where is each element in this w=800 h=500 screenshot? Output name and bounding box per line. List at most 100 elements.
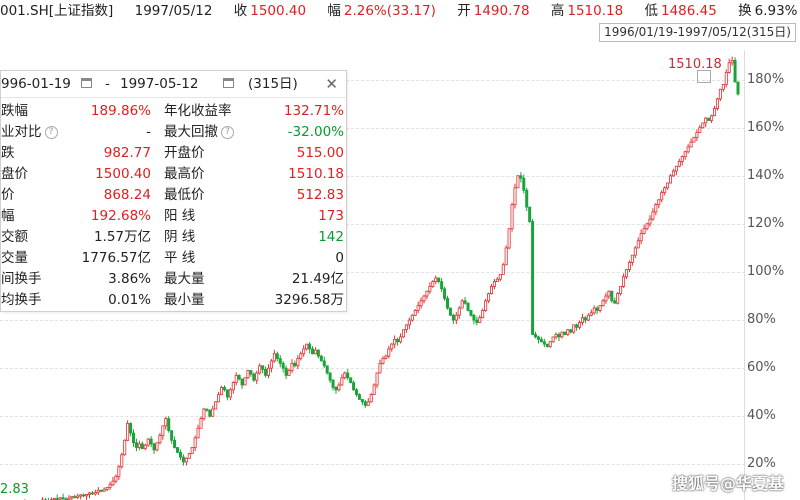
stat-row: 间换手 3.86% 最大量 21.49亿 xyxy=(1,269,346,290)
candle-body xyxy=(399,336,403,343)
candle-body xyxy=(296,358,300,367)
candle-body xyxy=(87,492,91,495)
candle-body xyxy=(152,443,156,451)
candle-body xyxy=(67,497,71,500)
candle-body xyxy=(636,240,640,249)
candle-body xyxy=(102,488,106,492)
candle-body xyxy=(290,362,294,371)
candle-body xyxy=(96,489,100,493)
candle-body xyxy=(484,300,488,311)
candle-body xyxy=(448,307,452,316)
candle-body xyxy=(205,408,209,411)
candle-body xyxy=(325,365,329,374)
chart-tool-icon[interactable] xyxy=(697,70,711,83)
candle-body xyxy=(196,427,200,439)
candle-body xyxy=(222,386,226,391)
candle-body xyxy=(498,273,502,280)
candle-body xyxy=(176,447,180,453)
candle-body xyxy=(601,300,605,307)
calendar-icon[interactable] xyxy=(223,78,234,88)
stat-row: 跌幅 189.86% 年化收益率 132.71% xyxy=(1,101,346,122)
candle-body xyxy=(331,379,335,388)
candle-body xyxy=(167,418,171,432)
candle-body xyxy=(466,302,470,311)
watermark: 搜狐号@华夏基 xyxy=(672,474,785,493)
candle-body xyxy=(58,497,62,500)
candle-body xyxy=(123,439,127,456)
stat-value: 512.83 xyxy=(296,187,344,203)
candle-body xyxy=(393,338,397,345)
candle-body xyxy=(522,177,526,191)
candle-body xyxy=(372,384,376,396)
stat-value: 1776.57亿 xyxy=(81,250,151,266)
candle-body xyxy=(117,466,121,477)
candle-body xyxy=(299,353,303,359)
candle-body xyxy=(660,192,664,201)
day-count: (315日) xyxy=(248,76,298,92)
stat-label: 阳 线 xyxy=(164,208,196,224)
candle-body xyxy=(569,329,573,333)
candle-body xyxy=(275,353,279,359)
stat-label: 最高价 xyxy=(164,166,205,182)
candle-body xyxy=(146,438,150,446)
candle-body xyxy=(137,443,141,448)
candle-body xyxy=(440,281,444,290)
stat-label: 幅 xyxy=(1,208,15,224)
stat-label: 阴 线 xyxy=(164,229,196,245)
candle-body xyxy=(539,338,543,343)
candle-body xyxy=(686,146,690,153)
candle-body xyxy=(79,494,83,497)
candle-body xyxy=(178,451,182,458)
stat-value: 21.49亿 xyxy=(291,271,344,287)
candle-body xyxy=(431,281,435,287)
candle-body xyxy=(249,370,253,375)
candle-body xyxy=(715,98,719,109)
candle-body xyxy=(93,491,97,495)
close-icon[interactable]: ✕ xyxy=(325,71,338,97)
stat-value: 173 xyxy=(318,208,344,224)
candle-body xyxy=(733,60,737,83)
candle-body xyxy=(528,206,532,222)
candle-body xyxy=(563,331,567,335)
candle-body xyxy=(572,324,576,333)
candle-body xyxy=(114,475,118,482)
help-icon[interactable]: ? xyxy=(221,125,234,139)
help-icon[interactable]: ? xyxy=(44,125,58,139)
stat-label: 业对比? xyxy=(1,122,58,143)
candle-body xyxy=(557,334,561,338)
calendar-icon[interactable] xyxy=(81,78,92,88)
stat-label: 交量 xyxy=(1,250,28,266)
candle-body xyxy=(495,278,499,283)
stat-value: 1510.18 xyxy=(288,166,344,182)
candle-body xyxy=(651,211,655,220)
candle-body xyxy=(627,261,631,270)
candle-body xyxy=(622,276,626,287)
candle-body xyxy=(73,496,77,498)
candle-body xyxy=(349,377,353,383)
candle-body xyxy=(261,365,265,370)
stat-label: 年化收益率 xyxy=(164,103,232,119)
candle-body xyxy=(346,372,350,379)
start-date[interactable]: 996-01-19 xyxy=(1,71,71,97)
candle-body xyxy=(266,367,270,376)
candle-body xyxy=(548,341,552,347)
candle-body xyxy=(701,122,705,129)
stat-value: 982.77 xyxy=(103,145,151,161)
candle-body xyxy=(170,430,174,441)
candle-body xyxy=(258,365,262,374)
candle-body xyxy=(736,81,740,95)
stat-label: 最小量 xyxy=(164,292,205,308)
candle-body xyxy=(355,389,359,396)
candle-body xyxy=(721,84,725,90)
stat-row: 交量 1776.57亿平 线 0 xyxy=(1,248,346,269)
end-date[interactable]: 1997-05-12 xyxy=(120,71,198,97)
candle-body xyxy=(401,329,405,338)
candle-body xyxy=(536,336,540,340)
stat-label: 最大量 xyxy=(164,271,205,287)
candle-body xyxy=(322,360,326,367)
candle-body xyxy=(551,336,555,343)
candle-body xyxy=(281,362,285,369)
candle-body xyxy=(671,170,675,177)
candle-body xyxy=(243,377,247,386)
stat-value: 0.01% xyxy=(108,292,151,308)
